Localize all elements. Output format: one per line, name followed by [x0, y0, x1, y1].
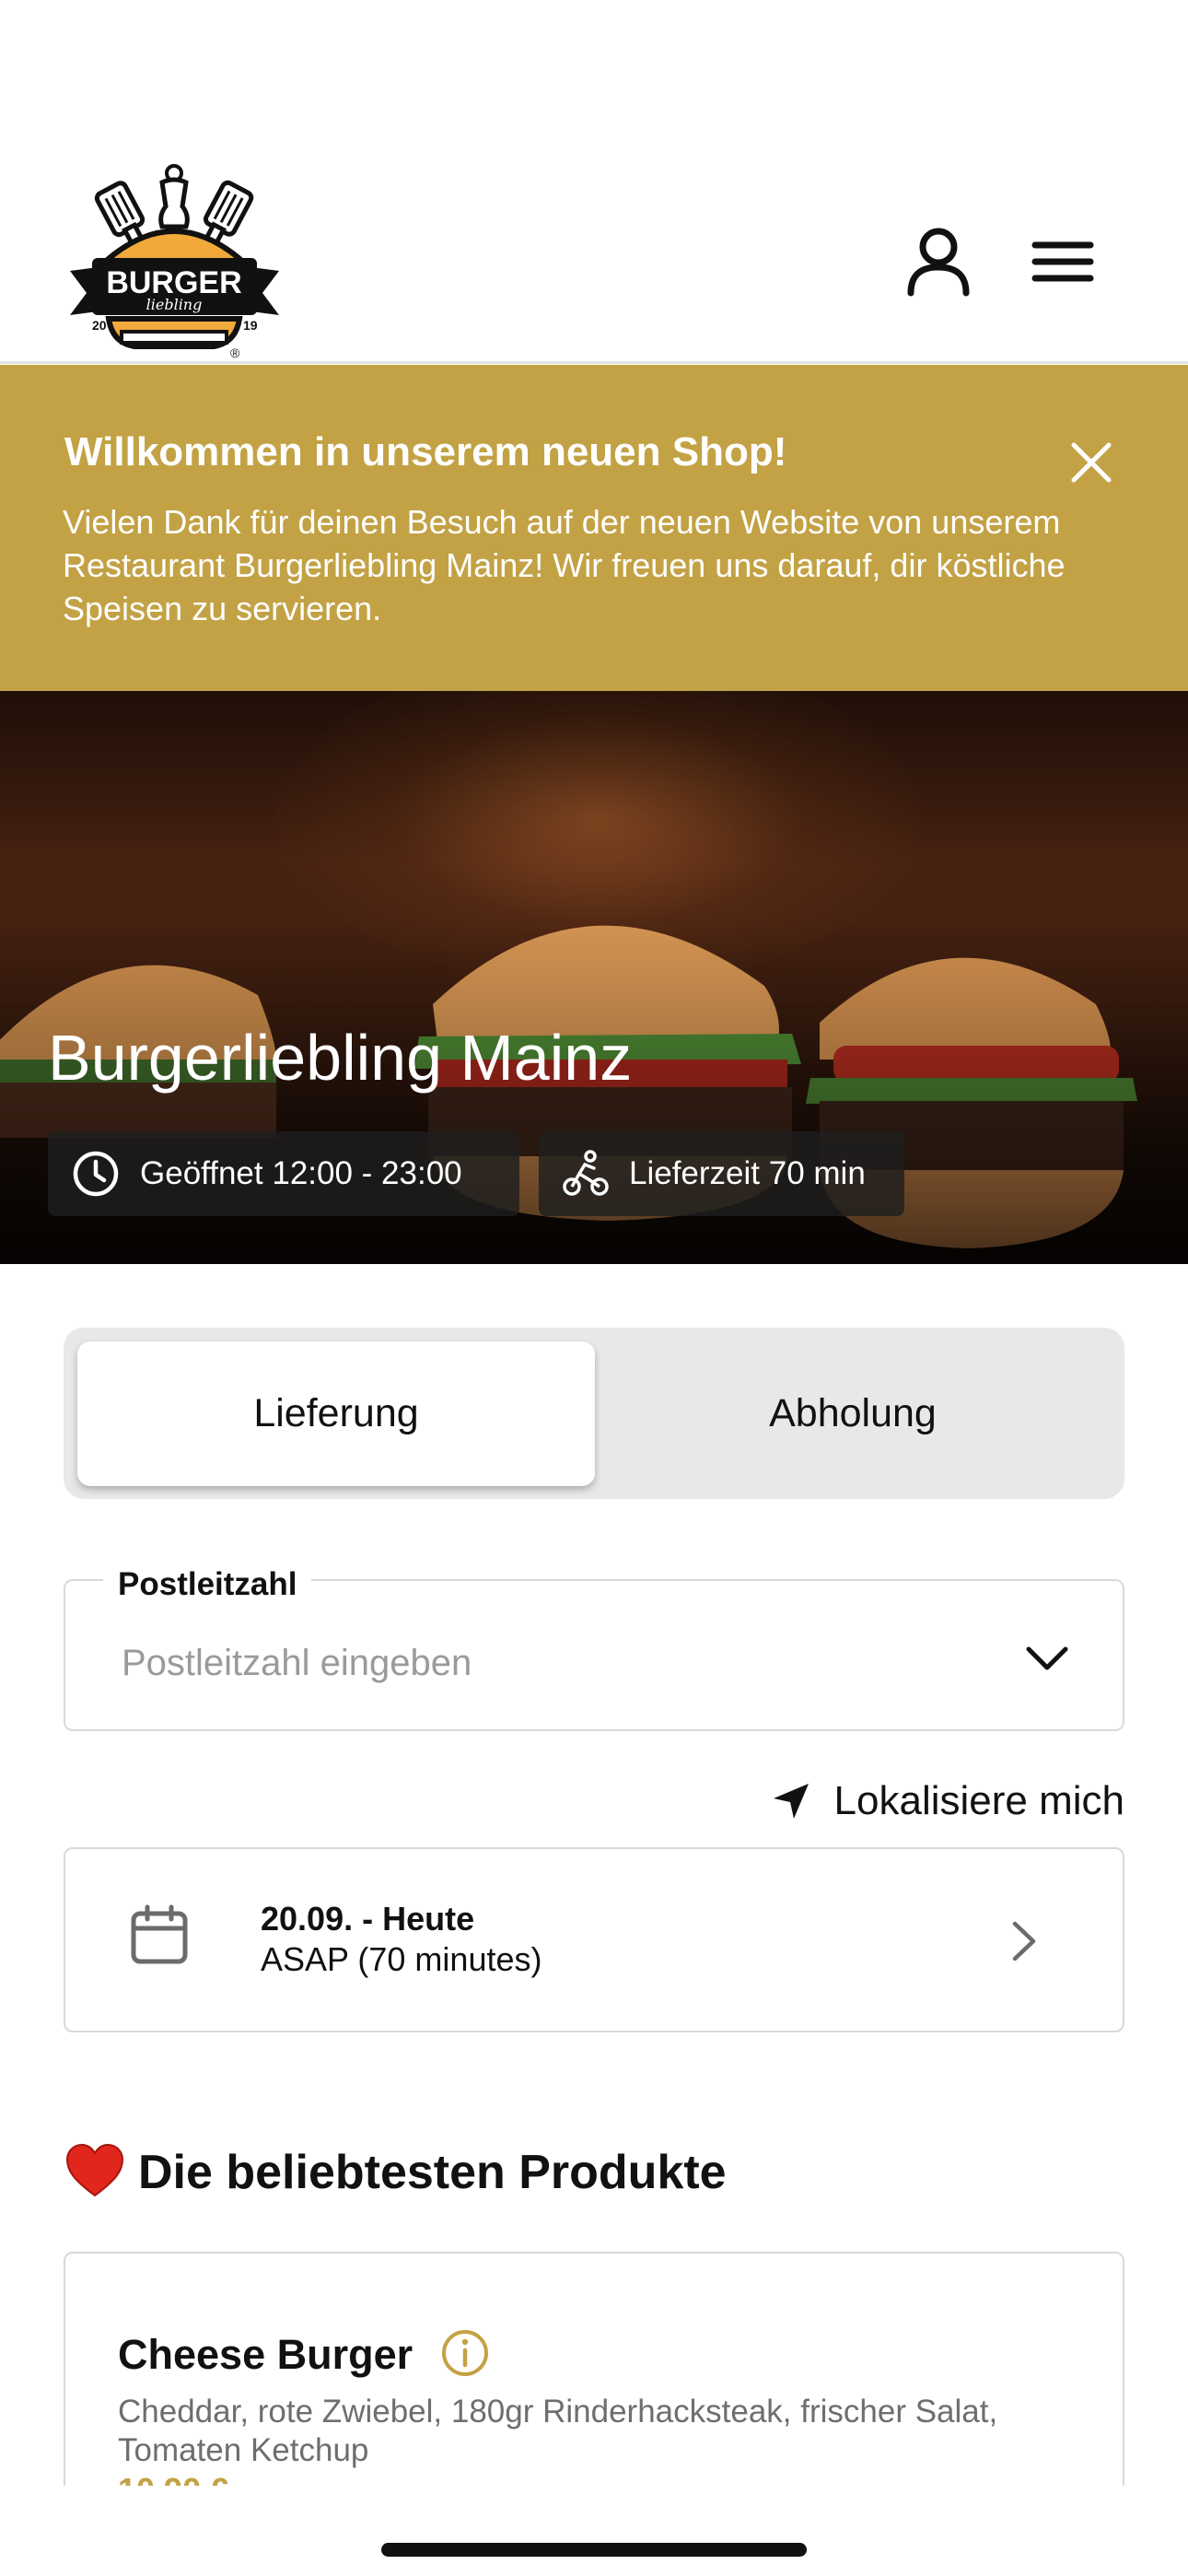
svg-text:20: 20: [92, 318, 107, 333]
locate-me-button[interactable]: Lokalisiere mich: [755, 1774, 1124, 1829]
schedule-date: 20.09. - Heute: [261, 1900, 475, 1938]
schedule-time: ASAP (70 minutes): [261, 1940, 542, 1978]
delivery-time-text: Lieferzeit 70 min: [629, 1155, 866, 1191]
burger-liebling-logo[interactable]: BURGER liebling 20 19 ®: [66, 162, 283, 360]
restaurant-title: Burgerliebling Mainz: [48, 1022, 633, 1094]
hamburger-menu-icon[interactable]: [1026, 223, 1100, 297]
locate-me-label: Lokalisiere mich: [833, 1778, 1124, 1823]
opening-hours-text: Geöffnet 12:00 - 23:00: [140, 1155, 462, 1191]
calendar-icon: [131, 1904, 188, 1964]
product-name: Cheese Burger: [118, 2331, 413, 2378]
user-icon[interactable]: [902, 223, 975, 297]
clock-icon: [73, 1151, 119, 1197]
postcode-input[interactable]: [122, 1631, 950, 1695]
banner-text: Vielen Dank für deinen Besuch auf der ne…: [63, 503, 1066, 627]
popular-products-heading: Die beliebtesten Produkte: [138, 2146, 727, 2199]
close-icon[interactable]: [1068, 439, 1114, 486]
svg-text:liebling: liebling: [146, 296, 203, 313]
bicycle-icon: [563, 1150, 609, 1196]
opening-hours-chip: Geöffnet 12:00 - 23:00: [48, 1131, 519, 1216]
tab-lieferung[interactable]: Lieferung: [77, 1341, 595, 1486]
chevron-down-icon[interactable]: [1024, 1640, 1070, 1677]
info-icon[interactable]: [440, 2328, 490, 2378]
postcode-label: Postleitzahl: [103, 1566, 312, 1603]
location-arrow-icon: [773, 1784, 809, 1819]
schedule-selector[interactable]: [64, 1847, 1124, 2032]
product-description: Cheddar, rote Zwiebel, 180gr Rinderhacks…: [118, 2394, 998, 2468]
svg-text:®: ®: [230, 345, 240, 360]
svg-text:19: 19: [243, 318, 258, 333]
tab-abholung[interactable]: Abholung: [595, 1341, 1111, 1486]
home-indicator[interactable]: [381, 2543, 807, 2557]
banner-title: Willkommen in unserem neuen Shop!: [64, 429, 787, 474]
bottom-safe-area: [0, 2486, 1188, 2576]
heart-icon: [65, 2143, 124, 2197]
chevron-right-icon[interactable]: [1007, 1918, 1041, 1964]
delivery-time-chip: Lieferzeit 70 min: [539, 1131, 904, 1216]
